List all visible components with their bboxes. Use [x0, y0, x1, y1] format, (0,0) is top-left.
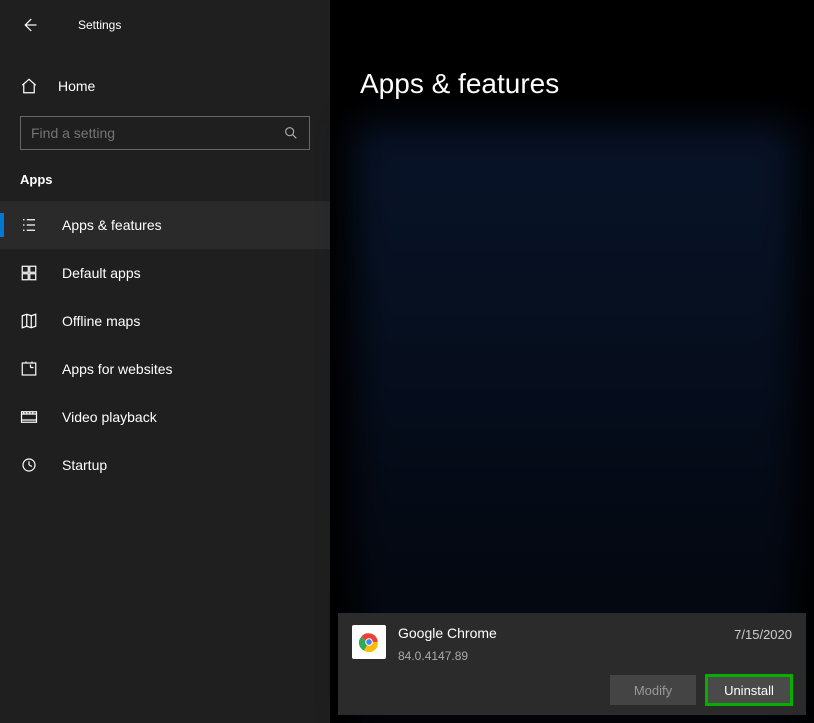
- button-row: Modify Uninstall: [352, 675, 792, 705]
- nav-list: Apps & features Default apps Offline m: [0, 201, 330, 489]
- video-playback-icon: [20, 408, 48, 426]
- section-label: Apps: [0, 150, 330, 201]
- apps-features-icon: [20, 216, 48, 234]
- search-wrap: [0, 116, 330, 150]
- chrome-icon: [352, 625, 386, 659]
- app-install-date: 7/15/2020: [734, 627, 792, 642]
- home-icon: [20, 77, 48, 95]
- nav-label: Default apps: [62, 265, 141, 281]
- header-row: Settings: [0, 0, 330, 50]
- nav-label: Offline maps: [62, 313, 140, 329]
- nav-label: Apps & features: [62, 217, 162, 233]
- app-info: Google Chrome 84.0.4147.89: [398, 625, 734, 663]
- startup-icon: [20, 456, 48, 474]
- search-input[interactable]: [31, 125, 283, 141]
- back-arrow-icon: [20, 16, 38, 34]
- search-box[interactable]: [20, 116, 310, 150]
- nav-label: Startup: [62, 457, 107, 473]
- nav-offline-maps[interactable]: Offline maps: [0, 297, 330, 345]
- modify-button[interactable]: Modify: [610, 675, 696, 705]
- apps-websites-icon: [20, 360, 48, 378]
- app-card-top: Google Chrome 84.0.4147.89 7/15/2020: [352, 625, 792, 663]
- nav-label: Video playback: [62, 409, 157, 425]
- nav-label: Apps for websites: [62, 361, 173, 377]
- nav-apps-features[interactable]: Apps & features: [0, 201, 330, 249]
- default-apps-icon: [20, 264, 48, 282]
- app-card-selected[interactable]: Google Chrome 84.0.4147.89 7/15/2020 Mod…: [338, 613, 806, 715]
- nav-default-apps[interactable]: Default apps: [0, 249, 330, 297]
- back-button[interactable]: [20, 5, 60, 45]
- main-panel: Apps & features Google Chrome 84.0.4147.…: [330, 0, 814, 723]
- home-label: Home: [58, 78, 95, 94]
- nav-startup[interactable]: Startup: [0, 441, 330, 489]
- page-title: Apps & features: [330, 0, 814, 100]
- offline-maps-icon: [20, 312, 48, 330]
- settings-label: Settings: [78, 18, 121, 32]
- app-version: 84.0.4147.89: [398, 649, 734, 663]
- uninstall-button[interactable]: Uninstall: [706, 675, 792, 705]
- search-icon: [283, 125, 299, 141]
- nav-apps-websites[interactable]: Apps for websites: [0, 345, 330, 393]
- home-nav[interactable]: Home: [0, 62, 330, 110]
- app-name: Google Chrome: [398, 625, 734, 641]
- nav-video-playback[interactable]: Video playback: [0, 393, 330, 441]
- sidebar: Settings Home Apps: [0, 0, 330, 723]
